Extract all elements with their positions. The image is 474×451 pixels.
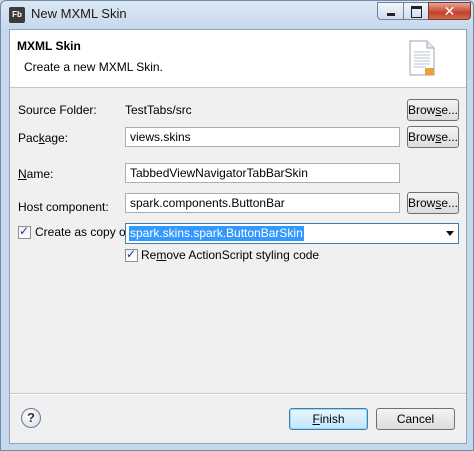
create-as-copy-label: Create as copy of: [35, 225, 133, 239]
host-component-browse-button[interactable]: Browse... [407, 192, 459, 214]
footer-separator [10, 393, 466, 395]
name-input[interactable]: TabbedViewNavigatorTabBarSkin [125, 163, 400, 183]
minimize-button[interactable] [377, 2, 404, 20]
dialog-window: Fb New MXML Skin ✕ MXML Skin Create a ne… [0, 0, 474, 451]
close-button[interactable]: ✕ [428, 2, 471, 20]
name-label: Name: [18, 167, 54, 181]
maximize-icon [411, 6, 422, 18]
package-browse-button[interactable]: Browse... [407, 126, 459, 148]
document-icon [409, 40, 435, 76]
package-input[interactable]: views.skins [125, 127, 400, 147]
host-component-label: Host component: [18, 200, 109, 214]
minimize-icon [387, 13, 395, 16]
window-title: New MXML Skin [31, 6, 127, 21]
source-folder-browse-button[interactable]: Browse... [407, 99, 459, 121]
checkmark-icon: ✓ [126, 247, 137, 261]
copy-source-combo[interactable]: spark.skins.spark.ButtonBarSkin [125, 223, 459, 244]
flash-builder-icon: Fb [9, 7, 25, 23]
create-as-copy-checkbox[interactable]: ✓ [18, 224, 31, 239]
finish-button[interactable]: Finish [289, 408, 368, 430]
cancel-button[interactable]: Cancel [376, 408, 455, 430]
page-description: Create a new MXML Skin. [24, 60, 163, 74]
package-label: Package: [18, 131, 69, 145]
copy-source-value: spark.skins.spark.ButtonBarSkin [129, 226, 304, 241]
title-bar[interactable]: Fb New MXML Skin ✕ [1, 1, 473, 29]
checkmark-icon: ✓ [19, 224, 30, 238]
help-button[interactable]: ? [21, 408, 41, 428]
source-folder-label: Source Folder: [18, 103, 97, 117]
close-icon: ✕ [443, 3, 456, 19]
chevron-down-icon[interactable] [446, 231, 454, 236]
dialog-body: MXML Skin Create a new MXML Skin. Source… [9, 29, 467, 444]
maximize-button[interactable] [403, 2, 429, 20]
remove-actionscript-label: Remove ActionScript styling code [141, 248, 320, 262]
page-title: MXML Skin [17, 39, 81, 53]
remove-actionscript-checkbox[interactable]: ✓ [125, 247, 138, 262]
wizard-header: MXML Skin Create a new MXML Skin. [10, 30, 466, 88]
host-component-input[interactable]: spark.components.ButtonBar [125, 193, 400, 213]
source-folder-value: TestTabs/src [125, 103, 192, 117]
